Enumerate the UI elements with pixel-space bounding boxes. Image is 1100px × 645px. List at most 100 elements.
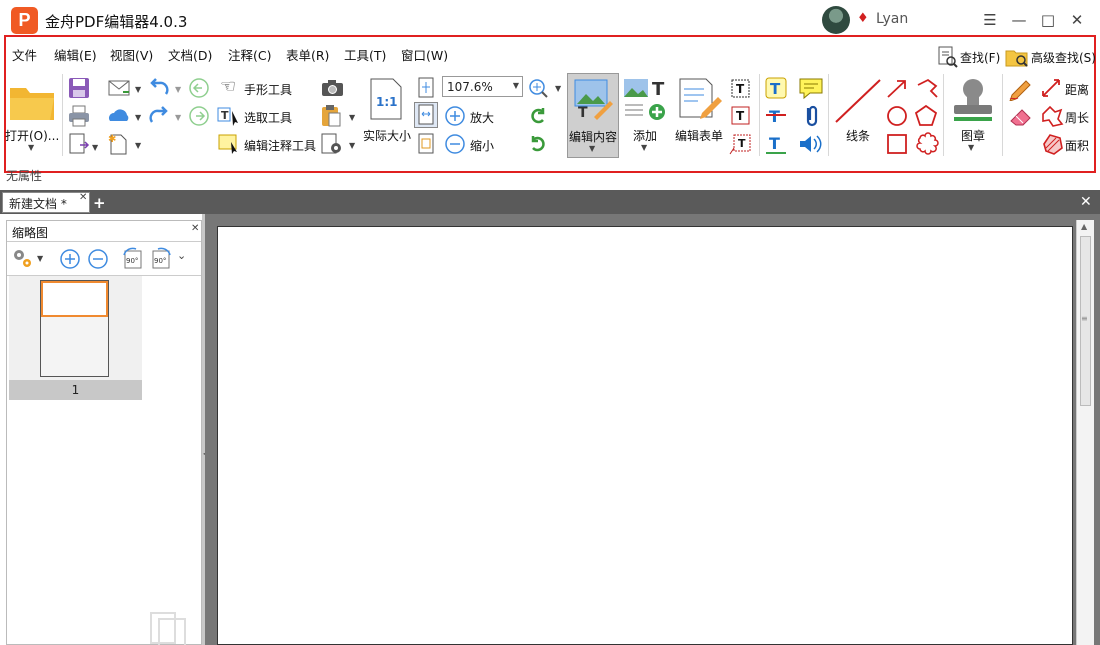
attachment-icon[interactable] <box>798 104 826 128</box>
next-view-icon[interactable] <box>188 105 210 127</box>
page-thumbnail-cell[interactable]: 1 <box>9 276 142 400</box>
zoom-tool-icon[interactable]: ▼ <box>527 77 563 99</box>
undo-icon[interactable]: ▼ <box>148 77 184 99</box>
reduce-thumbnail-icon[interactable] <box>87 248 109 270</box>
find-button[interactable]: 查找(F) <box>960 49 1000 66</box>
document-properties-icon[interactable]: ▼ <box>320 132 356 156</box>
callout-icon[interactable]: T <box>729 132 753 156</box>
select-text-icon[interactable]: T <box>217 105 241 127</box>
zoom-dropdown-icon[interactable]: ▼ <box>513 81 519 90</box>
edit-annotation-icon[interactable] <box>217 132 241 154</box>
hand-tool-button[interactable]: 手形工具 <box>244 81 292 98</box>
zoom-value[interactable]: 107.6% <box>447 80 493 94</box>
visible-area-indicator[interactable] <box>41 281 108 317</box>
line-tool-icon[interactable] <box>832 78 884 126</box>
panel-options-icon[interactable]: ▼ <box>11 247 47 271</box>
edit-annotation-tool-button[interactable]: 编辑注释工具 <box>244 137 316 154</box>
scroll-up-icon[interactable]: ▲ <box>1081 222 1087 231</box>
stamp-button[interactable]: 图章 <box>961 127 985 144</box>
close-icon[interactable]: ✕ <box>1066 9 1088 31</box>
rotate-clockwise-icon[interactable] <box>527 133 549 155</box>
zoom-out-icon[interactable] <box>444 133 466 155</box>
document-page[interactable] <box>217 226 1073 645</box>
maximize-icon[interactable]: □ <box>1037 9 1059 31</box>
menu-icon[interactable]: ☰ <box>979 9 1001 31</box>
edit-content-button[interactable]: T 编辑内容 ▼ <box>567 73 619 158</box>
edit-form-button[interactable]: 编辑表单 <box>675 127 723 144</box>
menu-document[interactable]: 文档(D) <box>168 45 212 64</box>
fit-visible-icon[interactable] <box>416 133 436 155</box>
fit-page-icon[interactable] <box>416 77 436 99</box>
zoom-in-icon[interactable] <box>444 105 466 127</box>
distance-button[interactable]: 距离 <box>1065 81 1089 98</box>
email-icon[interactable]: ▼ <box>107 77 143 99</box>
fit-width-button[interactable] <box>414 102 438 128</box>
rotate-right-icon[interactable]: 90° <box>149 247 173 271</box>
edit-form-icon[interactable] <box>678 77 724 121</box>
menu-form[interactable]: 表单(R) <box>286 45 329 64</box>
ellipse-icon[interactable] <box>885 104 913 128</box>
highlight-text-icon[interactable]: T <box>765 77 789 101</box>
actual-size-icon[interactable]: 1:1 <box>368 77 404 121</box>
stamp-dropdown-icon[interactable]: ▼ <box>968 143 974 152</box>
save-icon[interactable] <box>68 77 90 99</box>
eraser-icon[interactable] <box>1008 104 1034 128</box>
open-button[interactable]: 打开(O)... <box>5 127 59 144</box>
cloud-icon[interactable]: ▼ <box>107 105 143 127</box>
actual-size-button[interactable]: 实际大小 <box>363 127 411 144</box>
add-button[interactable]: 添加 <box>633 127 657 144</box>
find-icon[interactable] <box>936 46 958 68</box>
enlarge-thumbnail-icon[interactable] <box>59 248 81 270</box>
panel-close-icon[interactable]: ✕ <box>191 223 199 234</box>
menu-window[interactable]: 窗口(W) <box>401 45 448 64</box>
pencil-icon[interactable] <box>1008 77 1034 101</box>
hand-icon[interactable]: ☜ <box>220 76 236 97</box>
strikeout-text-icon[interactable]: T <box>765 104 789 128</box>
add-tab-icon[interactable]: + <box>93 194 106 212</box>
more-options-icon[interactable]: ⌄ <box>177 249 186 262</box>
line-tool-button[interactable]: 线条 <box>846 127 870 144</box>
polygon-icon[interactable] <box>914 104 942 128</box>
edit-content-dropdown-icon[interactable]: ▼ <box>589 144 595 153</box>
vertical-scrollbar[interactable]: ▲ ≡ <box>1076 220 1094 645</box>
vip-diamond-icon[interactable]: ♦ <box>857 12 871 26</box>
menu-file[interactable]: 文件 <box>12 45 37 64</box>
text-field-icon[interactable]: T <box>729 77 753 101</box>
rectangle-icon[interactable] <box>885 132 913 156</box>
cloud-shape-icon[interactable] <box>914 132 942 156</box>
text-box-icon[interactable]: T <box>729 104 753 128</box>
avatar[interactable] <box>822 6 850 34</box>
zoom-combobox[interactable]: 107.6% ▼ <box>442 76 523 97</box>
sticky-note-icon[interactable] <box>798 77 826 101</box>
zoom-out-button[interactable]: 缩小 <box>470 137 494 154</box>
advanced-find-button[interactable]: 高级查找(S) <box>1031 49 1096 66</box>
redo-icon[interactable]: ▼ <box>148 105 184 127</box>
perimeter-icon[interactable] <box>1040 104 1064 128</box>
tab-close-icon[interactable]: ✕ <box>79 192 87 203</box>
advanced-find-icon[interactable] <box>1005 46 1029 68</box>
export-icon[interactable]: ▼ <box>68 133 98 155</box>
menu-view[interactable]: 视图(V) <box>110 45 153 64</box>
arrow-icon[interactable] <box>885 77 913 101</box>
tab-new-document[interactable]: 新建文档 * <box>2 192 90 213</box>
rotate-left-icon[interactable]: 90° <box>121 247 145 271</box>
menu-edit[interactable]: 编辑(E) <box>54 45 97 64</box>
open-dropdown-icon[interactable]: ▼ <box>28 143 34 152</box>
close-all-tabs-icon[interactable]: ✕ <box>1080 194 1092 210</box>
underline-text-icon[interactable]: T <box>765 132 789 156</box>
previous-view-icon[interactable] <box>188 77 210 99</box>
rotate-counterclockwise-icon[interactable] <box>527 105 549 127</box>
page-thumbnail[interactable] <box>40 280 109 377</box>
minimize-icon[interactable]: — <box>1008 9 1030 31</box>
camera-icon[interactable] <box>320 77 346 99</box>
folder-icon[interactable] <box>8 80 56 122</box>
stamp-icon[interactable] <box>950 77 996 123</box>
username[interactable]: Lyan <box>876 11 908 27</box>
menu-tools[interactable]: 工具(T) <box>344 45 386 64</box>
zoom-in-button[interactable]: 放大 <box>470 109 494 126</box>
add-dropdown-icon[interactable]: ▼ <box>641 143 647 152</box>
area-icon[interactable] <box>1040 132 1064 156</box>
perimeter-button[interactable]: 周长 <box>1065 109 1089 126</box>
new-document-icon[interactable]: ✱ ▼ <box>107 133 143 155</box>
area-button[interactable]: 面积 <box>1065 137 1089 154</box>
